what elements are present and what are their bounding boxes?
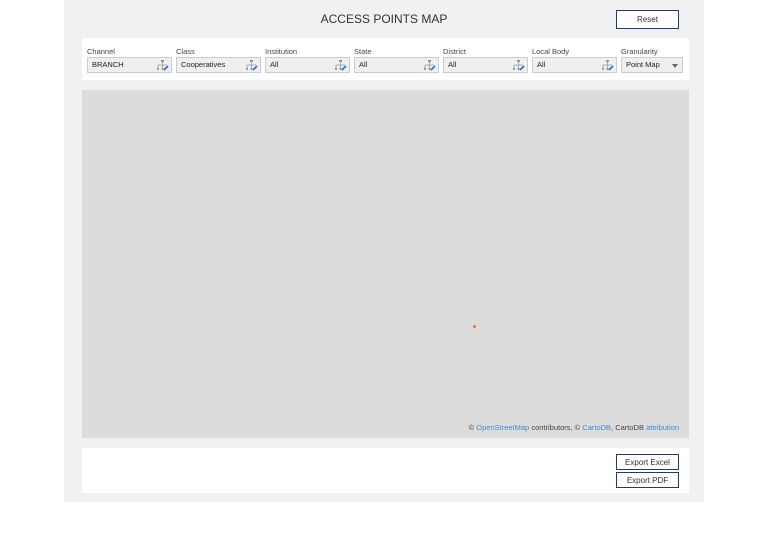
attribution-link[interactable]: attribution [646,423,679,432]
filter-value: All [448,60,457,69]
state-select[interactable]: All [354,57,439,73]
filter-district: District All [443,47,528,73]
hierarchy-edit-icon[interactable] [423,60,436,71]
filter-state: State All [354,47,439,73]
export-panel [82,448,689,493]
page-title: ACCESS POINTS MAP [320,12,448,26]
hierarchy-edit-icon[interactable] [245,60,258,71]
institution-select[interactable]: All [265,57,350,73]
filter-institution: Institution All [265,47,350,73]
district-select[interactable]: All [443,57,528,73]
filter-label: District [443,47,466,56]
filter-value: Point Map [626,60,660,69]
filter-value: All [359,60,368,69]
filter-label: Institution [265,47,298,56]
hierarchy-edit-icon[interactable] [156,60,169,71]
granularity-dropdown[interactable]: Point Map [621,57,683,73]
export-pdf-button[interactable]: Export PDF [616,472,679,488]
openstreetmap-link[interactable]: OpenStreetMap [476,423,529,432]
filter-label: Granularity [621,47,658,56]
class-select[interactable]: Cooperatives [176,57,261,73]
filter-label: Class [176,47,195,56]
filter-local-body: Local Body All [532,47,617,73]
filter-value: All [537,60,546,69]
filter-value: BRANCH [92,60,124,69]
local-body-select[interactable]: All [532,57,617,73]
filter-label: State [354,47,372,56]
filter-label: Local Body [532,47,570,56]
filter-bar: Channel BRANCH Class Cooperatives Instit… [82,38,689,80]
filter-channel: Channel BRANCH [87,47,172,73]
map-attribution: © OpenStreetMap contributors, © CartoDB,… [468,423,679,432]
hierarchy-edit-icon[interactable] [512,60,525,71]
cartodb-link[interactable]: CartoDB [582,423,611,432]
channel-select[interactable]: BRANCH [87,57,172,73]
filter-value: All [270,60,279,69]
map-view[interactable]: © OpenStreetMap contributors, © CartoDB,… [82,90,689,438]
filter-granularity: Granularity Point Map [621,47,683,73]
access-point-marker[interactable] [473,325,476,328]
hierarchy-edit-icon[interactable] [334,60,347,71]
filter-label: Channel [87,47,115,56]
filter-class: Class Cooperatives [176,47,261,73]
export-excel-button[interactable]: Export Excel [616,454,679,470]
reset-button[interactable]: Reset [616,10,679,29]
filter-value: Cooperatives [181,60,226,69]
hierarchy-edit-icon[interactable] [601,60,614,71]
chevron-down-icon [672,64,678,68]
